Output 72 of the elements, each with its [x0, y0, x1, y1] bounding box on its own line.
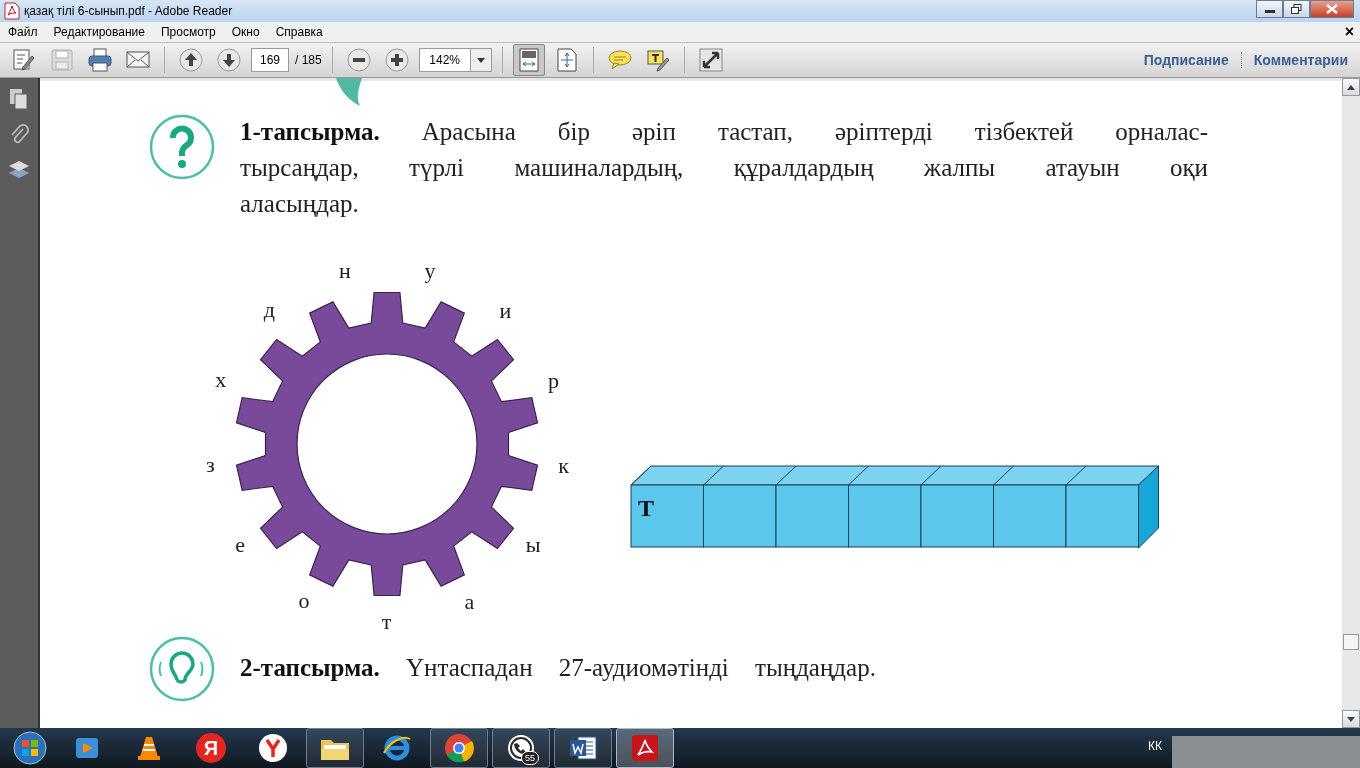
- windows-orb-icon: [13, 731, 47, 765]
- traffic-cone-icon: [135, 734, 163, 762]
- scroll-up-button[interactable]: [1342, 78, 1360, 96]
- gear-letter: з: [205, 454, 215, 476]
- gear-letter: р: [548, 370, 560, 393]
- expand-arrows-icon: [698, 48, 723, 72]
- task-instruction: 1-тапсырма. Арасына бір әріп тастап, әріптерді тізбектей орналас-тырсаңдар, түрлі машиналардың, құралдардың жалпы атауын оқи аласыңдар.: [240, 117, 1208, 219]
- taskbar-button[interactable]: [554, 728, 612, 768]
- view-mode-button[interactable]: [512, 44, 545, 76]
- gear-letter: ы: [525, 534, 541, 557]
- menu-item[interactable]: Окно: [223, 25, 268, 39]
- panel-tab[interactable]: Подписание: [1131, 52, 1241, 68]
- gear-letter: х: [215, 369, 227, 392]
- fit-width-icon: [555, 48, 578, 72]
- taskbar-button[interactable]: Я: [182, 728, 240, 768]
- save-icon: [49, 47, 75, 73]
- gear-letter: к: [558, 454, 569, 477]
- fit-page-icon: [517, 48, 540, 72]
- minimize-button[interactable]: [1256, 0, 1283, 18]
- close-icon: [1326, 4, 1338, 14]
- plus-icon: [384, 48, 409, 72]
- taskbar-button[interactable]: [306, 728, 364, 768]
- gear-letter: т: [381, 611, 392, 633]
- app-logo: Я: [196, 733, 226, 763]
- pdf-icon: [630, 733, 660, 763]
- gear-letter: о: [298, 590, 310, 613]
- pages-icon: [9, 88, 29, 110]
- gear-letter: н: [338, 260, 351, 283]
- leaf-drawing: [336, 78, 362, 106]
- caret-icon: [476, 57, 485, 63]
- paperclip-icon: [9, 124, 29, 146]
- globe-e-icon: [382, 733, 412, 763]
- menu-item[interactable]: Редактирование: [45, 25, 153, 39]
- close-button[interactable]: [1310, 0, 1354, 18]
- menu-item[interactable]: Справка: [267, 25, 331, 39]
- document-app-icon: [568, 733, 598, 763]
- browser-icon: [258, 733, 288, 763]
- zoom-dropdown-button[interactable]: [470, 48, 492, 72]
- letter-box-strip: Т: [630, 465, 1160, 549]
- minus-icon: [346, 48, 371, 72]
- pdf-file-icon: [4, 2, 20, 20]
- page-count: / 185: [295, 53, 322, 67]
- scroll-down-button[interactable]: [1342, 710, 1360, 728]
- up-caret-icon: [1347, 84, 1355, 90]
- gear-letter: а: [464, 590, 475, 613]
- restore-icon: [1291, 4, 1302, 14]
- gear-letter: е: [235, 533, 246, 556]
- taskbar-button[interactable]: [616, 728, 674, 768]
- menu-item[interactable]: Файл: [0, 25, 46, 39]
- speech-bubble-icon: [607, 49, 632, 71]
- menu-item[interactable]: Просмотр: [152, 25, 224, 39]
- taskbar-button[interactable]: 55: [492, 728, 550, 768]
- page-number-field[interactable]: 169: [251, 48, 289, 72]
- restore-button[interactable]: [1283, 0, 1310, 18]
- gear-letter: д: [263, 299, 275, 322]
- zoom-field[interactable]: 142%: [418, 48, 471, 72]
- gear-letter: у: [424, 260, 436, 283]
- question-mark-icon: [149, 114, 215, 180]
- down-caret-icon: [1347, 716, 1355, 722]
- task-instruction: 2-тапсырма. Үнтаспадан 27-аудиомәтінді тыңдаңдар.: [240, 653, 876, 683]
- scroll-thumb[interactable]: [1343, 634, 1359, 650]
- close-toolbar-button[interactable]: ×: [1344, 23, 1354, 41]
- edit-icon: [11, 47, 37, 73]
- print-icon: [87, 47, 113, 73]
- note-pen-icon: [645, 48, 670, 72]
- window-title: қазақ тілі 6-сынып.pdf - Adobe Reader: [24, 4, 234, 18]
- panel-tab[interactable]: Комментарии: [1240, 52, 1360, 68]
- browser-icon: [444, 733, 474, 763]
- layers-icon: [8, 160, 30, 180]
- taskbar-button[interactable]: [430, 728, 488, 768]
- gear-letter: и: [499, 300, 512, 323]
- language-indicator[interactable]: КК: [1148, 739, 1162, 753]
